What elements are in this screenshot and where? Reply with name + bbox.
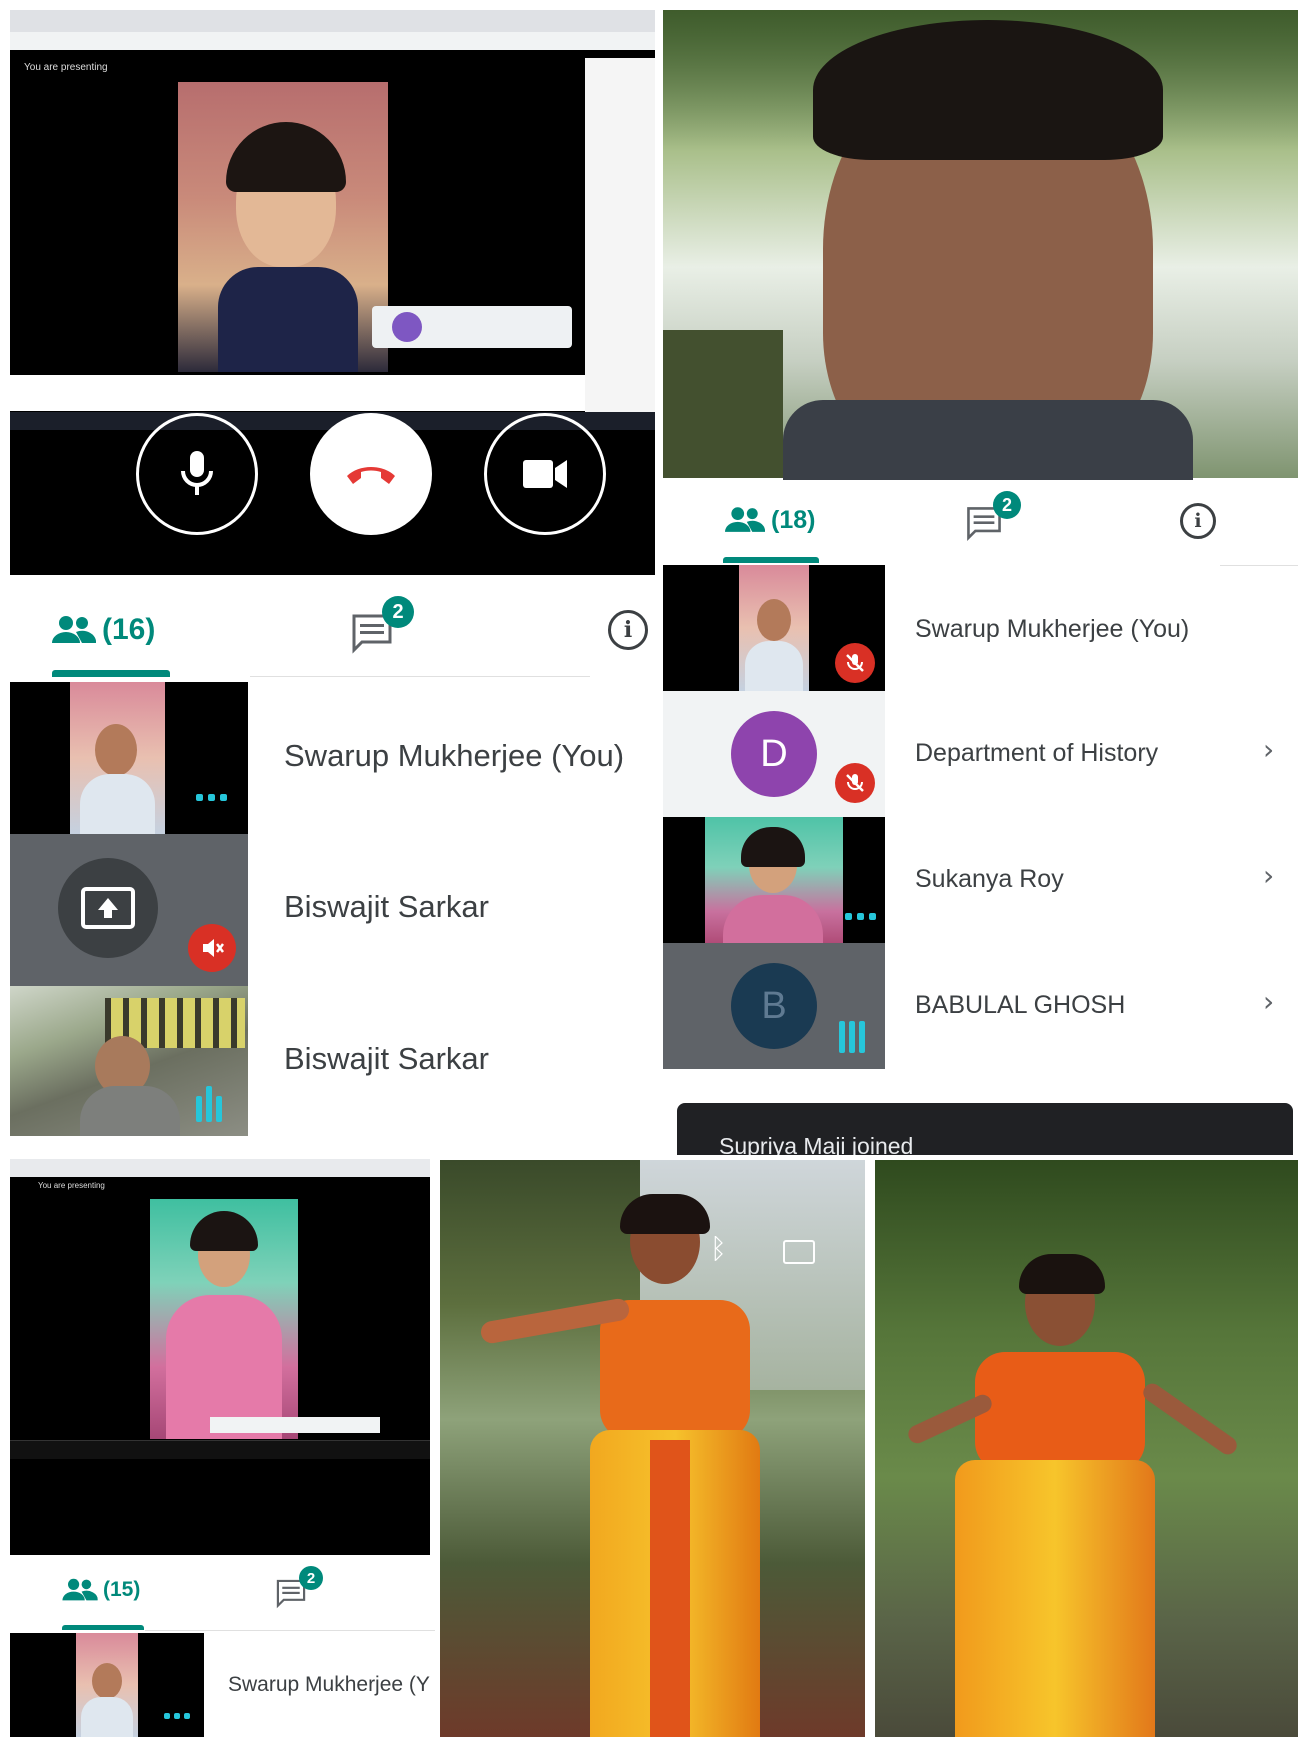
participant-thumbnail [10, 682, 248, 834]
people-count: (18) [771, 505, 816, 534]
people-count: (16) [102, 613, 156, 646]
participant-row[interactable]: Biswajit Sarkar [10, 986, 655, 1136]
participant-name: Swarup Mukherjee (Y [228, 1673, 430, 1696]
bluetooth-icon: ᛒ [710, 1232, 727, 1265]
participant-thumbnail [10, 1633, 204, 1737]
participant-row[interactable]: Biswajit Sarkar [10, 834, 655, 986]
browser-tab-strip [10, 1159, 430, 1177]
info-button[interactable]: i [1180, 503, 1216, 539]
avatar: D [731, 711, 817, 797]
chevron-right-icon[interactable]: › [1263, 733, 1274, 766]
browser-bookmarks [10, 32, 655, 50]
participant-thumbnail [663, 817, 885, 943]
shared-participant-video [178, 82, 388, 372]
participant-row[interactable]: Sukanya Roy › [663, 817, 1298, 943]
people-icon [52, 616, 96, 643]
video-camera-icon [523, 460, 567, 488]
presenting-label: You are presenting [38, 1181, 105, 1190]
mic-off-icon [835, 643, 875, 683]
shared-participant-sidebar [585, 58, 655, 428]
chevron-right-icon[interactable]: › [1263, 985, 1274, 1018]
chat-badge: 2 [382, 596, 414, 628]
participant-thumbnail [10, 986, 248, 1136]
audio-activity-dots [196, 794, 227, 801]
participant-thumbnail [10, 834, 248, 986]
presenting-label: You are presenting [24, 62, 108, 73]
participant-list: Swarup Mukherjee (You) D Department of H… [663, 565, 1298, 1069]
top-left-screenshot: You are presenting (16) 2 i Swarup Mukhe… [0, 0, 660, 1148]
audio-activity-dots [164, 1713, 190, 1719]
mic-off-icon [835, 763, 875, 803]
participant-name: Swarup Mukherjee (You) [284, 738, 625, 773]
participant-row[interactable]: Swarup Mukherjee (Y [10, 1633, 440, 1737]
shared-notification-chip [372, 306, 572, 348]
participant-list: Swarup Mukherjee (You) Biswajit Sarkar B… [10, 682, 655, 1136]
chevron-right-icon[interactable]: › [1263, 859, 1274, 892]
avatar: B [731, 963, 817, 1049]
chat-badge: 2 [299, 1566, 323, 1590]
mic-icon [181, 451, 213, 495]
dancer-figure [479, 1194, 780, 1737]
audio-level-bars [196, 1086, 222, 1122]
audio-level-bars [839, 1021, 865, 1053]
top-right-screenshot: (18) 2 i Swarup Mukherjee (You) D Depart… [660, 0, 1298, 1155]
dancer-photo-2 [875, 1160, 1298, 1737]
chat-tab[interactable]: 2 [965, 491, 1025, 545]
camera-button[interactable] [484, 413, 606, 535]
chat-tab[interactable]: 2 [275, 1566, 335, 1614]
presenting-video-area: You are presenting [10, 10, 655, 575]
participant-name: Department of History [915, 739, 1159, 767]
end-call-button[interactable] [310, 413, 432, 535]
mic-button[interactable] [136, 413, 258, 535]
participant-row[interactable]: B BABULAL GHOSH › [663, 943, 1298, 1069]
end-call-icon [347, 467, 395, 484]
dancer-photo-1: ᛒ [440, 1160, 865, 1737]
presenting-video-area: You are presenting [10, 1177, 430, 1555]
participant-name: Swarup Mukherjee (You) [915, 615, 1190, 643]
people-tab[interactable]: (15) [62, 1571, 162, 1609]
divider [250, 676, 590, 677]
chat-tab[interactable]: 2 [350, 596, 420, 658]
participant-name: Sukanya Roy [915, 865, 1064, 893]
captions-icon [783, 1240, 815, 1264]
participant-row[interactable]: Swarup Mukherjee (You) [663, 565, 1298, 691]
shared-meet-bar [10, 375, 585, 411]
join-toast: Supriya Maji joined [677, 1103, 1293, 1155]
divider [145, 1630, 435, 1631]
people-icon [62, 1578, 98, 1601]
people-tab[interactable]: (18) [725, 498, 845, 542]
active-tab-indicator [723, 557, 819, 563]
self-video [663, 10, 1298, 480]
active-tab-indicator [62, 1625, 144, 1630]
bottom-left-screenshot: You are presenting (15) 2 Swarup Mukherj… [0, 1155, 440, 1737]
participant-thumbnail [663, 565, 885, 691]
audio-activity-dots [845, 913, 876, 920]
participant-thumbnail: B [663, 943, 885, 1069]
participant-row[interactable]: Swarup Mukherjee (You) [10, 682, 655, 834]
participant-name: BABULAL GHOSH [915, 991, 1126, 1019]
participant-name: Biswajit Sarkar [284, 1041, 489, 1076]
participant-thumbnail: D [663, 691, 885, 817]
chat-badge: 2 [993, 491, 1021, 519]
participant-name: Biswajit Sarkar [284, 889, 489, 924]
shared-notification-chip [210, 1417, 380, 1433]
toast-text: Supriya Maji joined [719, 1133, 914, 1155]
people-count: (15) [103, 1578, 141, 1601]
info-icon: i [1194, 510, 1202, 532]
mic-off-icon [188, 924, 236, 972]
info-icon: i [623, 617, 633, 643]
info-button[interactable]: i [608, 610, 648, 650]
shared-taskbar [10, 1440, 430, 1459]
active-tab-indicator [52, 670, 170, 677]
participant-row[interactable]: D Department of History › [663, 691, 1298, 817]
people-tab[interactable]: (16) [52, 605, 172, 655]
shared-participant-video [150, 1199, 298, 1439]
people-icon [725, 507, 765, 532]
present-screen-icon [81, 887, 135, 929]
dancer-figure [905, 1254, 1245, 1737]
avatar [392, 312, 422, 342]
